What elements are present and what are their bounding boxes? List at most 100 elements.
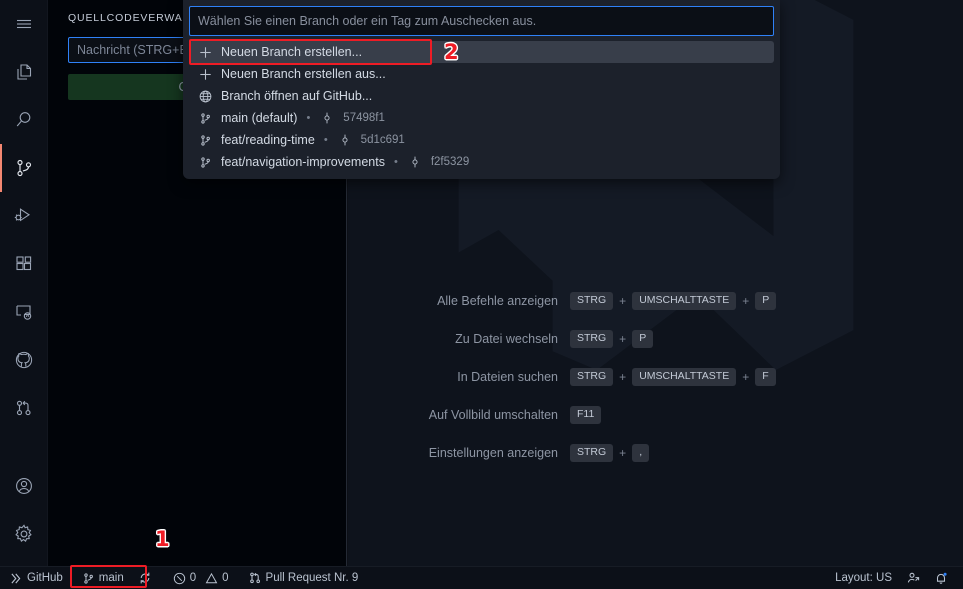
status-sync-button[interactable]: [131, 567, 159, 589]
sidebar-item-explorer[interactable]: [0, 48, 48, 96]
plus-icon: [197, 44, 213, 60]
status-warning-count: 0: [222, 572, 229, 584]
shortcut-row: In Dateien suchen STRG + UMSCHALTTASTE +…: [348, 368, 963, 386]
sidebar-item-extensions[interactable]: [0, 240, 48, 288]
quickpick-item-label: main (default): [221, 111, 298, 125]
quickpick-item-hash: 5d1c691: [360, 134, 405, 146]
source-control-icon: [13, 157, 35, 179]
branch-quick-pick: Wählen Sie einen Branch oder ein Tag zum…: [183, 0, 780, 179]
quickpick-item-separator: •: [323, 134, 328, 146]
quickpick-item-create-branch[interactable]: Neuen Branch erstellen...: [189, 41, 774, 63]
shortcut-keys: STRG + P: [570, 330, 654, 348]
annotation-number-2: 2: [444, 40, 459, 64]
quickpick-item-label: feat/navigation-improvements: [221, 155, 385, 169]
quickpick-item-separator: •: [393, 156, 398, 168]
key-cap: P: [632, 330, 654, 348]
quickpick-item-separator: •: [306, 112, 311, 124]
branch-icon: [197, 154, 213, 170]
key-cap: P: [755, 292, 777, 310]
quickpick-item-branch-feat-navigation-improvements[interactable]: feat/navigation-improvements • f2f5329: [189, 151, 774, 173]
watermark-shortcuts: Alle Befehle anzeigen STRG + UMSCHALTTAS…: [348, 292, 963, 462]
quickpick-item-label: Neuen Branch erstellen...: [221, 45, 363, 59]
commit-icon: [319, 110, 335, 126]
shortcut-row: Alle Befehle anzeigen STRG + UMSCHALTTAS…: [348, 292, 963, 310]
shortcut-row: Auf Vollbild umschalten F11: [348, 406, 963, 424]
status-live-share[interactable]: [899, 567, 927, 589]
accounts-button[interactable]: [0, 462, 48, 510]
shortcut-label: Einstellungen anzeigen: [428, 445, 558, 460]
run-debug-icon: [13, 205, 35, 227]
key-plus: +: [742, 370, 750, 384]
activity-bar: [0, 0, 48, 566]
status-keyboard-layout[interactable]: Layout: US: [828, 567, 899, 589]
status-notifications[interactable]: [927, 567, 955, 589]
quickpick-placeholder: Wählen Sie einen Branch oder ein Tag zum…: [198, 14, 537, 28]
manage-settings-button[interactable]: [0, 510, 48, 558]
branch-icon: [197, 110, 213, 126]
pull-request-icon: [13, 397, 35, 419]
status-error-count: 0: [189, 572, 197, 584]
vscode-window: QUELLCODEVERWALTUNG Nachricht (STRG+EING…: [0, 0, 963, 589]
key-cap: STRG: [570, 292, 614, 310]
shortcut-label: Auf Vollbild umschalten: [428, 407, 558, 422]
sidebar-item-github[interactable]: [0, 336, 48, 384]
quickpick-input[interactable]: Wählen Sie einen Branch oder ein Tag zum…: [189, 6, 774, 36]
annotation-number-1: 1: [155, 527, 170, 551]
shortcut-keys: STRG + UMSCHALTTASTE + P: [570, 292, 777, 310]
sidebar-item-run-debug[interactable]: [0, 192, 48, 240]
status-branch-main[interactable]: main: [70, 567, 131, 589]
status-bar-right: Layout: US: [828, 567, 963, 589]
quickpick-item-branch-main[interactable]: main (default) • 57498f1: [189, 107, 774, 129]
status-branch-label: main: [98, 572, 124, 584]
status-bar-left: GitHub main 0 0 Pull Request Nr. 9: [0, 567, 365, 589]
status-keyboard-layout-label: Layout: US: [835, 572, 892, 584]
status-remote-label: GitHub: [27, 572, 63, 584]
shortcut-row: Zu Datei wechseln STRG + P: [348, 330, 963, 348]
gear-icon: [13, 523, 35, 545]
hamburger-menu-icon: [14, 14, 34, 34]
warning-icon: [205, 572, 218, 585]
quickpick-item-label: feat/reading-time: [221, 133, 315, 147]
status-pull-request[interactable]: Pull Request Nr. 9: [236, 567, 366, 589]
commit-icon: [337, 132, 353, 148]
status-problems[interactable]: 0 0: [159, 567, 236, 589]
sidebar-item-pull-requests[interactable]: [0, 384, 48, 432]
quickpick-item-branch-feat-reading-time[interactable]: feat/reading-time • 5d1c691: [189, 129, 774, 151]
quickpick-list: Neuen Branch erstellen... Neuen Branch e…: [189, 41, 774, 173]
status-remote-indicator[interactable]: GitHub: [0, 567, 70, 589]
key-cap: STRG: [570, 444, 614, 462]
remote-explorer-icon: [13, 301, 35, 323]
status-pull-request-label: Pull Request Nr. 9: [265, 572, 359, 584]
quickpick-item-open-branch-github[interactable]: Branch öffnen auf GitHub...: [189, 85, 774, 107]
shortcut-keys: STRG + UMSCHALTTASTE + F: [570, 368, 776, 386]
key-plus: +: [619, 446, 627, 460]
key-cap: STRG: [570, 368, 614, 386]
quickpick-item-hash: 57498f1: [343, 112, 385, 124]
shortcut-row: Einstellungen anzeigen STRG + ,: [348, 444, 963, 462]
sidebar-item-search[interactable]: [0, 96, 48, 144]
live-share-icon: [906, 571, 920, 585]
files-icon: [13, 61, 35, 83]
key-cap: F: [755, 368, 776, 386]
status-bar: GitHub main 0 0 Pull Request Nr. 9 Layou…: [0, 566, 963, 589]
search-icon: [13, 109, 35, 131]
branch-icon: [197, 132, 213, 148]
quickpick-item-create-branch-from[interactable]: Neuen Branch erstellen aus...: [189, 63, 774, 85]
key-cap: STRG: [570, 330, 614, 348]
shortcut-keys: F11: [570, 406, 602, 424]
pull-request-icon: [248, 571, 262, 585]
quickpick-item-label: Neuen Branch erstellen aus...: [221, 67, 386, 81]
branch-icon: [82, 572, 95, 585]
sync-icon: [138, 571, 152, 585]
sidebar-item-remote-explorer[interactable]: [0, 288, 48, 336]
shortcut-label: In Dateien suchen: [457, 369, 558, 384]
hamburger-menu-button[interactable]: [0, 0, 48, 48]
globe-icon: [197, 88, 213, 104]
shortcut-label: Zu Datei wechseln: [455, 331, 558, 346]
sidebar-item-source-control[interactable]: [0, 144, 48, 192]
key-plus: +: [619, 332, 627, 346]
error-icon: [173, 572, 186, 585]
shortcut-keys: STRG + ,: [570, 444, 650, 462]
key-cap: F11: [570, 406, 602, 424]
plus-icon: [197, 66, 213, 82]
